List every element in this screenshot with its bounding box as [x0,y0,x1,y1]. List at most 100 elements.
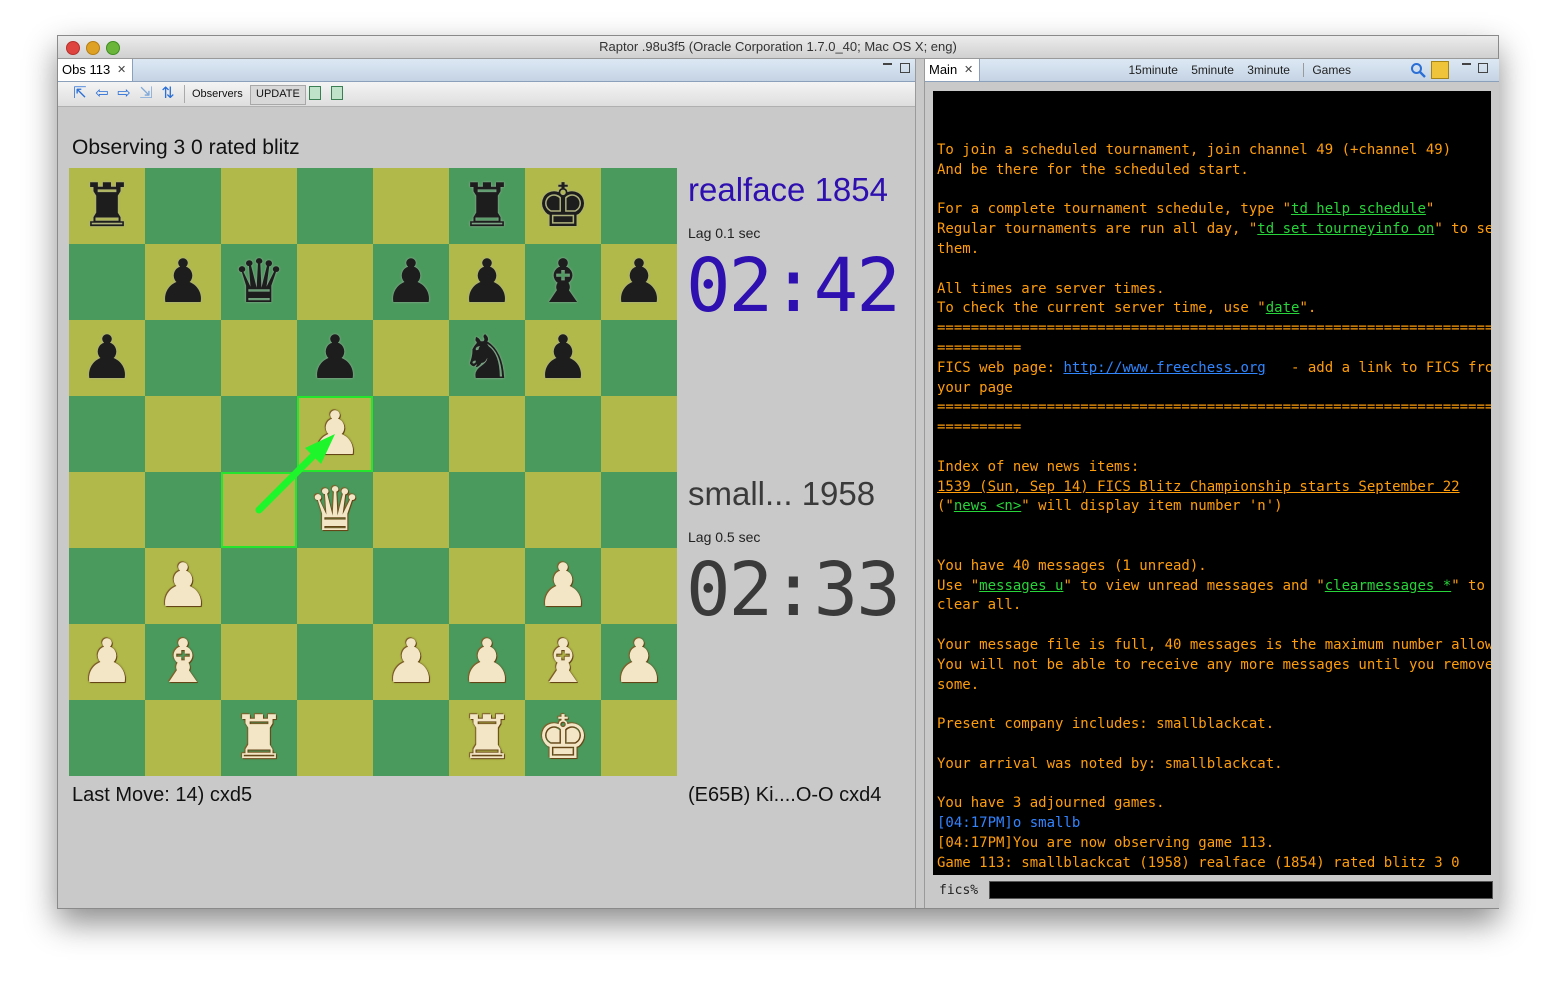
square-f3[interactable] [449,548,525,624]
square-b5[interactable] [145,396,221,472]
black-bishop-icon[interactable]: ♝ [536,244,590,320]
search-icon[interactable] [1410,62,1426,78]
black-pawn-icon[interactable]: ♟ [156,244,210,320]
white-pawn-icon[interactable]: ♟ [156,548,210,624]
white-rook-icon[interactable]: ♜ [232,700,286,776]
console-output[interactable]: To join a scheduled tournament, join cha… [933,91,1491,875]
command-link[interactable]: clearmessages * [1325,578,1451,594]
square-c8[interactable] [221,168,297,244]
observers-button[interactable]: Observers [187,85,248,103]
first-move-icon[interactable]: ⇱ [70,84,90,104]
white-pawn-icon[interactable]: ♟ [536,548,590,624]
square-f2[interactable]: ♟ [449,624,525,700]
square-d8[interactable] [297,168,373,244]
black-king-icon[interactable]: ♚ [536,168,590,244]
back-icon[interactable]: ⇦ [92,84,112,104]
square-g6[interactable]: ♟ [525,320,601,396]
square-g7[interactable]: ♝ [525,244,601,320]
tab-main[interactable]: Main ✕ [925,59,981,81]
square-h3[interactable] [601,548,677,624]
square-h1[interactable] [601,700,677,776]
tab-3minute[interactable]: 3minute [1247,63,1290,77]
forward-icon[interactable]: ⇨ [114,84,134,104]
maximize-pane-icon[interactable] [1478,63,1488,73]
white-queen-icon[interactable]: ♛ [308,472,362,548]
tab-obs-113[interactable]: Obs 113 ✕ [58,59,134,81]
square-f1[interactable]: ♜ [449,700,525,776]
square-a5[interactable] [69,396,145,472]
white-bishop-icon[interactable]: ♝ [156,624,210,700]
square-a3[interactable] [69,548,145,624]
white-pawn-icon[interactable]: ♟ [460,624,514,700]
square-g2[interactable]: ♝ [525,624,601,700]
square-d3[interactable] [297,548,373,624]
square-d4[interactable]: ♛ [297,472,373,548]
square-c5[interactable] [221,396,297,472]
black-rook-icon[interactable]: ♜ [80,168,134,244]
square-g3[interactable]: ♟ [525,548,601,624]
square-c6[interactable] [221,320,297,396]
square-d7[interactable] [297,244,373,320]
square-c1[interactable]: ♜ [221,700,297,776]
command-link[interactable]: td help schedule [1291,201,1426,217]
black-pawn-icon[interactable]: ♟ [384,244,438,320]
square-g8[interactable]: ♚ [525,168,601,244]
square-h2[interactable]: ♟ [601,624,677,700]
table-icon[interactable] [331,86,343,100]
square-e4[interactable] [373,472,449,548]
black-rook-icon[interactable]: ♜ [460,168,514,244]
update-button[interactable]: UPDATE [250,85,306,105]
square-a8[interactable]: ♜ [69,168,145,244]
square-g5[interactable] [525,396,601,472]
tab-5minute[interactable]: 5minute [1191,63,1234,77]
command-link[interactable]: td set tourneyinfo on [1257,221,1434,237]
flip-board-icon[interactable]: ⇅ [158,84,178,104]
square-d1[interactable] [297,700,373,776]
minimize-pane-icon[interactable] [883,63,892,68]
square-g4[interactable] [525,472,601,548]
square-c3[interactable] [221,548,297,624]
white-pawn-icon[interactable]: ♟ [612,624,666,700]
white-bishop-icon[interactable]: ♝ [536,624,590,700]
minimize-pane-icon[interactable] [1462,63,1471,68]
black-pawn-icon[interactable]: ♟ [612,244,666,320]
square-h6[interactable] [601,320,677,396]
black-pawn-icon[interactable]: ♟ [80,320,134,396]
square-b8[interactable] [145,168,221,244]
tab-15minute[interactable]: 15minute [1129,63,1178,77]
black-pawn-icon[interactable]: ♟ [308,320,362,396]
square-e1[interactable] [373,700,449,776]
white-rook-icon[interactable]: ♜ [460,700,514,776]
square-c2[interactable] [221,624,297,700]
square-a1[interactable] [69,700,145,776]
command-link[interactable]: date [1266,300,1300,316]
command-input[interactable] [989,881,1493,899]
square-h7[interactable]: ♟ [601,244,677,320]
square-h4[interactable] [601,472,677,548]
square-e6[interactable] [373,320,449,396]
square-d2[interactable] [297,624,373,700]
lock-icon[interactable] [1431,61,1449,79]
square-a2[interactable]: ♟ [69,624,145,700]
white-king-icon[interactable]: ♚ [536,700,590,776]
square-h5[interactable] [601,396,677,472]
square-e8[interactable] [373,168,449,244]
chess-board[interactable]: ♜ ♜ ♚ ♟ ♛ ♟ ♟ ♝ ♟ ♟ ♟ ♞ ♟ ♟ ♛ ♟ ♟ ♟ ♝ ♟ ♟ ♝ ♟ ♜ ♜ ♚ [69,168,677,776]
square-b7[interactable]: ♟ [145,244,221,320]
square-e5[interactable] [373,396,449,472]
black-knight-icon[interactable]: ♞ [460,320,514,396]
white-pawn-icon[interactable]: ♟ [308,396,362,472]
square-d5[interactable]: ♟ [297,396,373,472]
close-tab-icon[interactable]: ✕ [964,59,973,81]
square-c4[interactable] [221,472,297,548]
square-g1[interactable]: ♚ [525,700,601,776]
black-pawn-icon[interactable]: ♟ [536,320,590,396]
square-f6[interactable]: ♞ [449,320,525,396]
white-pawn-icon[interactable]: ♟ [384,624,438,700]
square-b4[interactable] [145,472,221,548]
square-b2[interactable]: ♝ [145,624,221,700]
square-a7[interactable] [69,244,145,320]
command-link[interactable]: news <n> [954,498,1021,514]
square-f4[interactable] [449,472,525,548]
maximize-pane-icon[interactable] [900,63,910,73]
